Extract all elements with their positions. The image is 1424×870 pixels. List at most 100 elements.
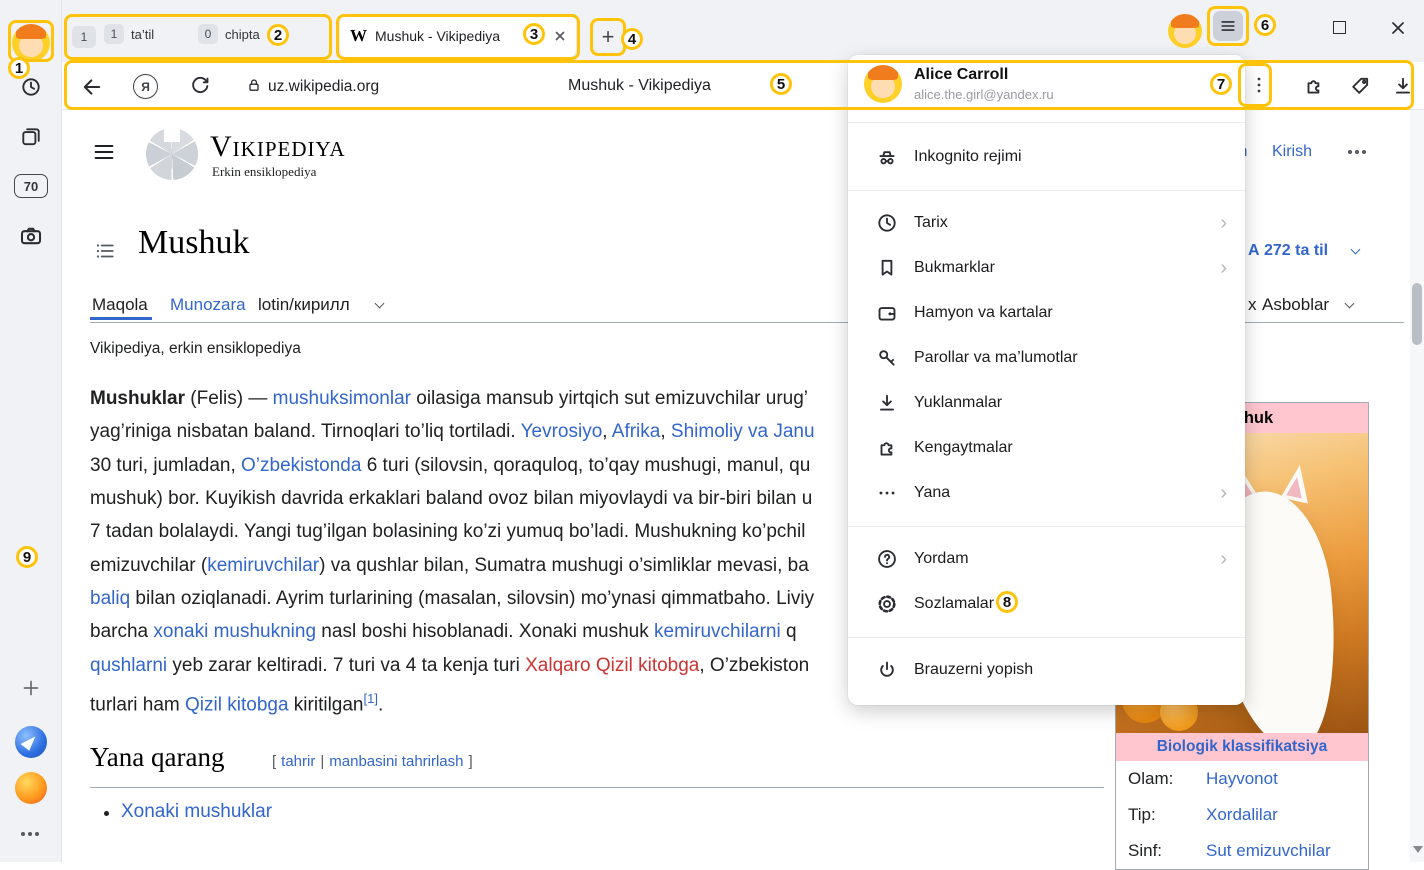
menu-item-incognito[interactable]: Inkognito rejimi <box>848 135 1245 179</box>
menu-item-label: Sozlamalar <box>914 595 1227 613</box>
bracket: [ <box>272 753 276 770</box>
callout-6: 6 <box>1254 14 1276 36</box>
extensions-icon <box>876 437 898 459</box>
login-link[interactable]: Kirish <box>1272 143 1312 161</box>
see-also-item-link[interactable]: Xonaki mushuklar <box>121 801 272 823</box>
chevron-right-icon: › <box>1220 258 1227 278</box>
tools-fragment: x <box>1248 295 1257 315</box>
chevron-right-icon: › <box>1220 213 1227 233</box>
wikipedia-tagline: Erkin ensiklopediya <box>212 164 316 180</box>
menu-item-extensions[interactable]: Kengaytmalar <box>848 426 1245 470</box>
article-line: Mushuklar (Felis) — mushuksimonlar oilas… <box>90 386 808 412</box>
header-more-icon[interactable] <box>1348 150 1366 154</box>
callout-5: 5 <box>770 73 792 95</box>
menu-user[interactable]: Alice Carroll alice.the.girl@yandex.ru <box>864 65 1054 103</box>
user-name: Alice Carroll <box>914 66 1054 84</box>
classification-header[interactable]: Biologik klassifikatsiya <box>1116 733 1368 761</box>
chevron-right-icon: › <box>1220 483 1227 503</box>
article-line: baliq bilan oziqlanadi. Ayrim turlarinin… <box>90 586 814 612</box>
variant-chevron-icon <box>375 299 385 309</box>
wallet-icon <box>876 302 898 324</box>
menu-item-downloads[interactable]: Yuklanmalar <box>848 381 1245 425</box>
menu-item-label: Inkognito rejimi <box>914 148 1227 166</box>
menu-item-label: Yordam <box>914 550 1204 568</box>
article-line: yag’riniga nisbatan baland. Tirnoqlari t… <box>90 419 815 445</box>
menu-avatar <box>864 65 902 103</box>
chevron-right-icon: › <box>1220 549 1227 569</box>
callout-1: 1 <box>8 57 30 79</box>
more-icon <box>876 482 898 504</box>
article-line: mushuk) bor. Kuyikish davrida erkaklari … <box>90 486 812 512</box>
menu-item-history[interactable]: Tarix › <box>848 201 1245 245</box>
infobox-row: Tip: Xordalilar <box>1116 797 1368 833</box>
tab-article[interactable]: Maqola <box>92 295 148 315</box>
row-value-link[interactable]: Hayvonot <box>1206 769 1278 789</box>
edit-source-link[interactable]: manbasini tahrirlash <box>329 753 463 770</box>
row-value-link[interactable]: Sut emizuvchilar <box>1206 841 1331 861</box>
infobox-row: Olam: Hayvonot <box>1116 761 1368 797</box>
edit-link[interactable]: tahrir <box>281 753 315 770</box>
bullet <box>104 811 109 816</box>
row-label: Sinf: <box>1128 841 1206 861</box>
scrollbar-thumb[interactable] <box>1412 283 1422 345</box>
callout-9: 9 <box>16 546 38 568</box>
scrollbar-track[interactable] <box>1410 110 1424 862</box>
languages-chevron-icon <box>1351 245 1361 255</box>
heading-rule <box>90 787 1104 788</box>
wiki-menu-icon[interactable] <box>92 140 116 164</box>
page-title: Mushuk <box>138 224 249 262</box>
callout-2: 2 <box>267 24 289 46</box>
menu-item-label: Yuklanmalar <box>914 394 1227 412</box>
see-also-heading: Yana qarang <box>90 742 224 773</box>
downloads-icon <box>876 392 898 414</box>
row-value-link[interactable]: Xordalilar <box>1206 805 1278 825</box>
edit-section-links: [ tahrir | manbasini tahrirlash ] <box>272 753 473 770</box>
tab-talk[interactable]: Munozara <box>170 295 246 315</box>
article-line: qushlarni yeb zarar keltiradi. 7 turi va… <box>90 653 809 679</box>
infobox-row: Sinf: Sut emizuvchilar <box>1116 833 1368 869</box>
row-label: Tip: <box>1128 805 1206 825</box>
tools-menu[interactable]: Asboblar <box>1262 295 1329 315</box>
variant-selector[interactable]: lotin/кирилл <box>258 295 350 315</box>
menu-item-label: Brauzerni yopish <box>914 661 1227 679</box>
language-icon-fragment: A <box>1248 242 1260 260</box>
wikipedia-logo[interactable] <box>146 128 198 180</box>
menu-item-label: Bukmarklar <box>914 259 1204 277</box>
menu-item-label: Hamyon va kartalar <box>914 304 1227 322</box>
active-tab-underline <box>90 317 152 320</box>
browser-menu: Alice Carroll alice.the.girl@yandex.ru I… <box>848 55 1245 705</box>
menu-item-label: Kengaytmalar <box>914 439 1227 457</box>
help-icon <box>876 548 898 570</box>
incognito-icon <box>876 146 898 168</box>
scroll-down-icon[interactable] <box>1413 846 1423 853</box>
callout-4: 4 <box>621 28 643 50</box>
languages-button[interactable]: 272 ta til <box>1264 242 1328 260</box>
article-line: 7 tadan bolalaydi. Yangi tug’ilgan bolas… <box>90 519 805 545</box>
menu-item-label: Tarix <box>914 214 1204 232</box>
site-subtitle: Vikipediya, erkin ensiklopediya <box>90 340 301 358</box>
menu-item-label: Parollar va ma’lumotlar <box>914 349 1227 367</box>
bracket: ] <box>469 753 473 770</box>
menu-item-more[interactable]: Yana › <box>848 471 1245 515</box>
menu-item-passwords[interactable]: Parollar va ma’lumotlar <box>848 336 1245 380</box>
settings-gear-icon <box>876 593 898 615</box>
row-label: Olam: <box>1128 769 1206 789</box>
user-email: alice.the.girl@yandex.ru <box>914 87 1054 102</box>
article-line: turlari ham Qizil kitobga kiritilgan[1]. <box>90 686 383 718</box>
menu-item-settings[interactable]: Sozlamalar <box>848 582 1245 626</box>
menu-item-help[interactable]: Yordam › <box>848 537 1245 581</box>
bookmarks-icon <box>876 257 898 279</box>
menu-item-wallet[interactable]: Hamyon va kartalar <box>848 291 1245 335</box>
callout-3: 3 <box>523 23 545 45</box>
key-icon <box>876 347 898 369</box>
contents-list-icon[interactable] <box>94 240 116 262</box>
power-icon <box>876 659 898 681</box>
wikipedia-wordmark[interactable]: Vikipediya <box>210 130 346 164</box>
callout-7: 7 <box>1210 73 1232 95</box>
article-line: barcha xonaki mushukning nasl boshi hiso… <box>90 619 797 645</box>
menu-item-close-browser[interactable]: Brauzerni yopish <box>848 648 1245 692</box>
callout-8: 8 <box>996 591 1018 613</box>
menu-item-bookmarks[interactable]: Bukmarklar › <box>848 246 1245 290</box>
browser-window: 70 1 1 ta’til 0 chipta W Mushuk - Vikipe… <box>0 0 1424 862</box>
article-line: emizuvchilar (kemiruvchilar) va qushlar … <box>90 553 809 579</box>
